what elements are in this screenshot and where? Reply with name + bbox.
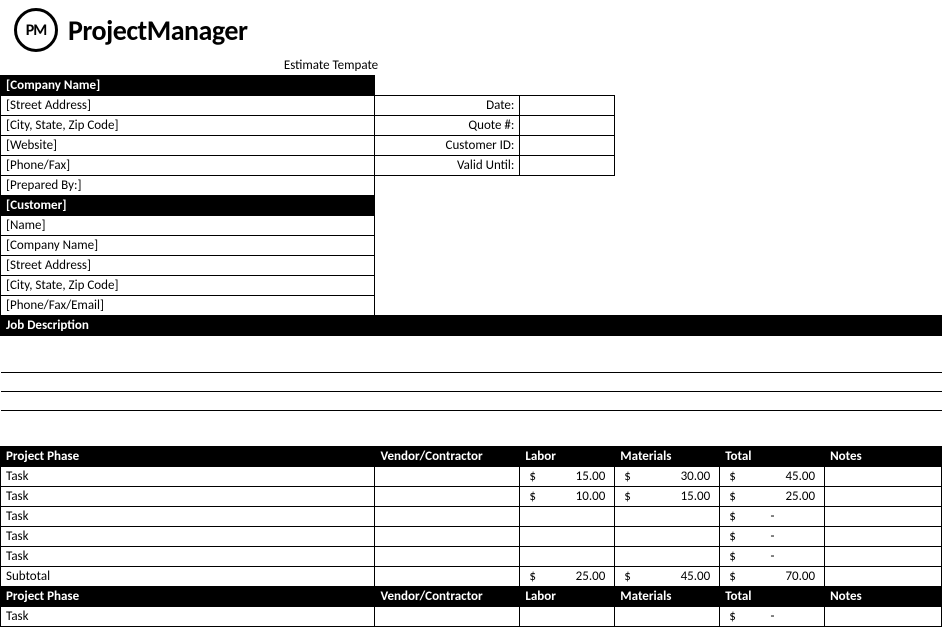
task-notes-cell[interactable] <box>825 487 942 507</box>
task-name-cell[interactable]: Task <box>1 547 375 567</box>
task-total-cell[interactable]: $- <box>720 507 825 527</box>
customer-street[interactable]: [Street Address] <box>1 256 375 276</box>
subtotal-materials: $45.00 <box>615 567 720 587</box>
task-row: Task $- <box>1 527 942 547</box>
task-total-cell[interactable]: $25.00 <box>720 487 825 507</box>
task-vendor-cell[interactable] <box>375 507 520 527</box>
job-desc-line-2[interactable] <box>1 354 942 373</box>
col-header-vendor-2: Vendor/Contractor <box>375 587 520 607</box>
col-header-total-2: Total <box>720 587 825 607</box>
col-header-total: Total <box>720 447 825 467</box>
task-labor-cell[interactable]: $15.00 <box>520 467 615 487</box>
task-total-cell[interactable]: $- <box>720 547 825 567</box>
company-phone[interactable]: [Phone/Fax] <box>1 156 375 176</box>
task-vendor-cell[interactable] <box>375 527 520 547</box>
logo-icon: PM <box>14 8 58 52</box>
company-street[interactable]: [Street Address] <box>1 96 375 116</box>
task-labor-cell[interactable]: $10.00 <box>520 487 615 507</box>
task-name-cell[interactable]: Task <box>1 507 375 527</box>
subtotal-total: $70.00 <box>720 567 825 587</box>
customer-id-label: Customer ID: <box>375 136 520 156</box>
task-notes-cell[interactable] <box>825 527 942 547</box>
task-materials-cell[interactable]: $15.00 <box>615 487 720 507</box>
task-name-cell[interactable]: Task <box>1 467 375 487</box>
subtotal-label: Subtotal <box>1 567 375 587</box>
task-labor-cell[interactable] <box>520 607 615 627</box>
customer-header: [Customer] <box>1 196 375 216</box>
task-notes-cell[interactable] <box>825 547 942 567</box>
company-website[interactable]: [Website] <box>1 136 375 156</box>
customer-company[interactable]: [Company Name] <box>1 236 375 256</box>
company-prepared-by[interactable]: [Prepared By:] <box>1 176 375 196</box>
task-row: Task $- <box>1 507 942 527</box>
company-city[interactable]: [City, State, Zip Code] <box>1 116 375 136</box>
customer-name[interactable]: [Name] <box>1 216 375 236</box>
col-header-labor: Labor <box>520 447 615 467</box>
col-header-phase-2: Project Phase <box>1 587 375 607</box>
task-vendor-cell[interactable] <box>375 467 520 487</box>
job-desc-line-3[interactable] <box>1 373 942 392</box>
task-name-cell[interactable]: Task <box>1 487 375 507</box>
job-description-header: Job Description <box>1 316 942 336</box>
task-name-cell[interactable]: Task <box>1 527 375 547</box>
task-labor-cell[interactable] <box>520 507 615 527</box>
valid-until-label: Valid Until: <box>375 156 520 176</box>
task-materials-cell[interactable] <box>615 547 720 567</box>
document-title: Estimate Tempate <box>0 52 662 75</box>
task-row: Task $- <box>1 547 942 567</box>
col-header-vendor: Vendor/Contractor <box>375 447 520 467</box>
task-vendor-cell[interactable] <box>375 487 520 507</box>
task-notes-cell[interactable] <box>825 607 942 627</box>
subtotal-vendor <box>375 567 520 587</box>
task-labor-cell[interactable] <box>520 547 615 567</box>
customer-city[interactable]: [City, State, Zip Code] <box>1 276 375 296</box>
task-notes-cell[interactable] <box>825 507 942 527</box>
task-materials-cell[interactable] <box>615 507 720 527</box>
job-desc-line-4[interactable] <box>1 392 942 411</box>
task-materials-cell[interactable] <box>615 607 720 627</box>
task-total-cell[interactable]: $- <box>720 607 825 627</box>
task-vendor-cell[interactable] <box>375 607 520 627</box>
col-header-materials-2: Materials <box>615 587 720 607</box>
subtotal-notes <box>825 567 942 587</box>
task-labor-cell[interactable] <box>520 527 615 547</box>
task-materials-cell[interactable] <box>615 527 720 547</box>
customer-id-value[interactable] <box>520 136 615 156</box>
task-total-cell[interactable]: $- <box>720 527 825 547</box>
task-vendor-cell[interactable] <box>375 547 520 567</box>
col-header-materials: Materials <box>615 447 720 467</box>
quote-num-label: Quote #: <box>375 116 520 136</box>
customer-contact[interactable]: [Phone/Fax/Email] <box>1 296 375 316</box>
task-materials-cell[interactable]: $30.00 <box>615 467 720 487</box>
quote-num-value[interactable] <box>520 116 615 136</box>
task-name-cell[interactable]: Task <box>1 607 375 627</box>
col-header-notes-2: Notes <box>825 587 942 607</box>
task-row: Task $10.00 $15.00 $25.00 <box>1 487 942 507</box>
task-row: Task $15.00 $30.00 $45.00 <box>1 467 942 487</box>
logo-text: ProjectManager <box>68 13 247 48</box>
quote-date-value[interactable] <box>520 96 615 116</box>
task-notes-cell[interactable] <box>825 467 942 487</box>
col-header-phase: Project Phase <box>1 447 375 467</box>
subtotal-labor: $25.00 <box>520 567 615 587</box>
task-total-cell[interactable]: $45.00 <box>720 467 825 487</box>
brand-logo: PM ProjectManager <box>14 8 247 52</box>
task-row: Task $- <box>1 607 942 627</box>
col-header-labor-2: Labor <box>520 587 615 607</box>
job-desc-line-1[interactable] <box>1 336 942 354</box>
valid-until-value[interactable] <box>520 156 615 176</box>
quote-date-label: Date: <box>375 96 520 116</box>
col-header-notes: Notes <box>825 447 942 467</box>
subtotal-row: Subtotal $25.00 $45.00 $70.00 <box>1 567 942 587</box>
company-header: [Company Name] <box>1 76 375 96</box>
